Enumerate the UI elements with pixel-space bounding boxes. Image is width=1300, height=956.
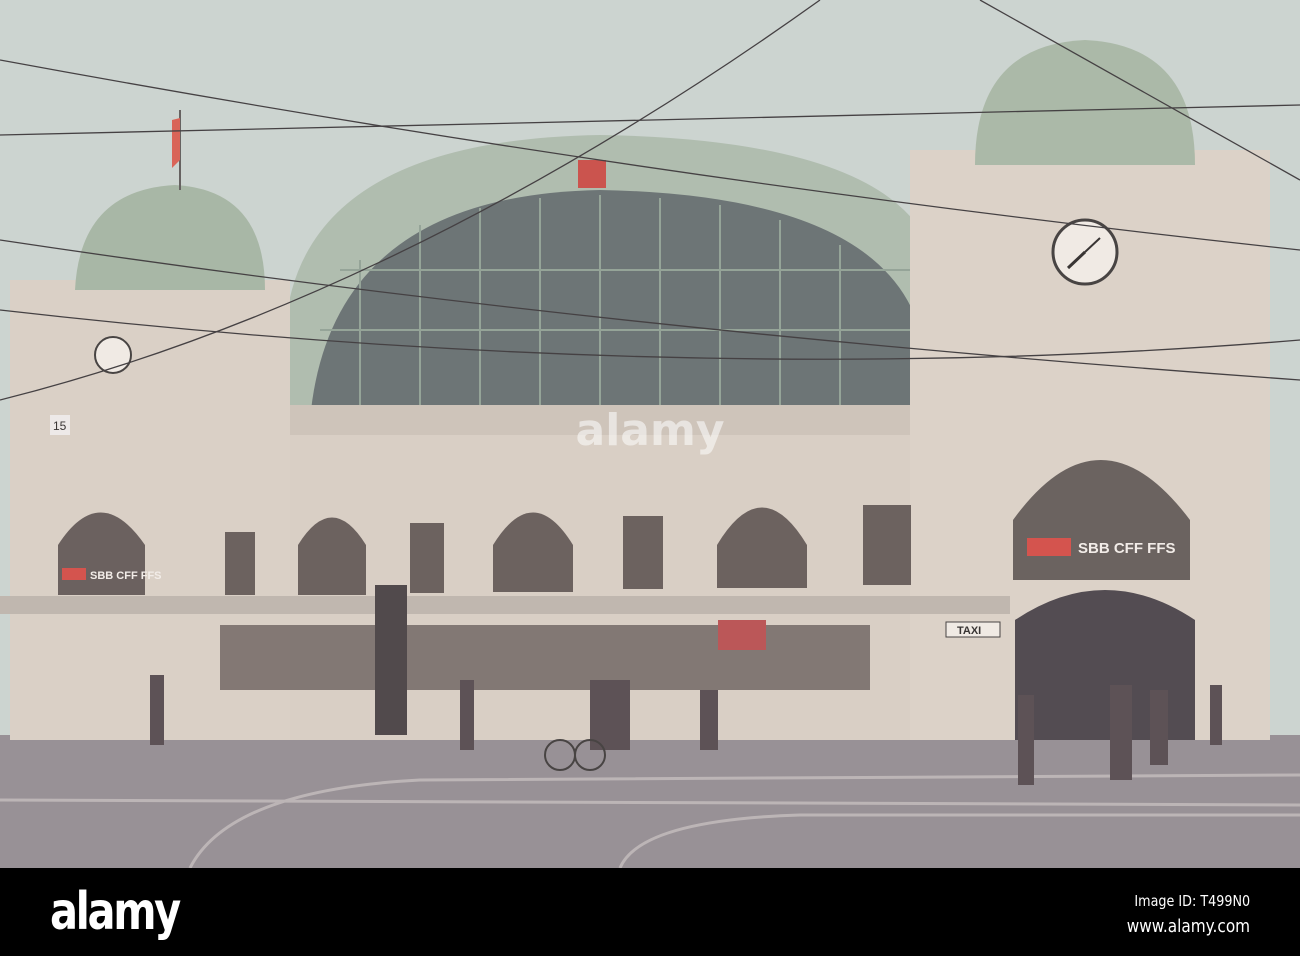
alamy-footer: alamy Image ID: T499N0 www.alamy.com (0, 868, 1300, 956)
alamy-url[interactable]: www.alamy.com (1127, 916, 1250, 937)
alamy-logo[interactable]: alamy (50, 882, 181, 942)
station-photo: SBB CFF FFS SBB CFF FFS TAXI 15 alamy (0, 0, 1300, 868)
image-id: Image ID: T499N0 (1134, 892, 1250, 910)
watermark: alamy (576, 405, 725, 456)
